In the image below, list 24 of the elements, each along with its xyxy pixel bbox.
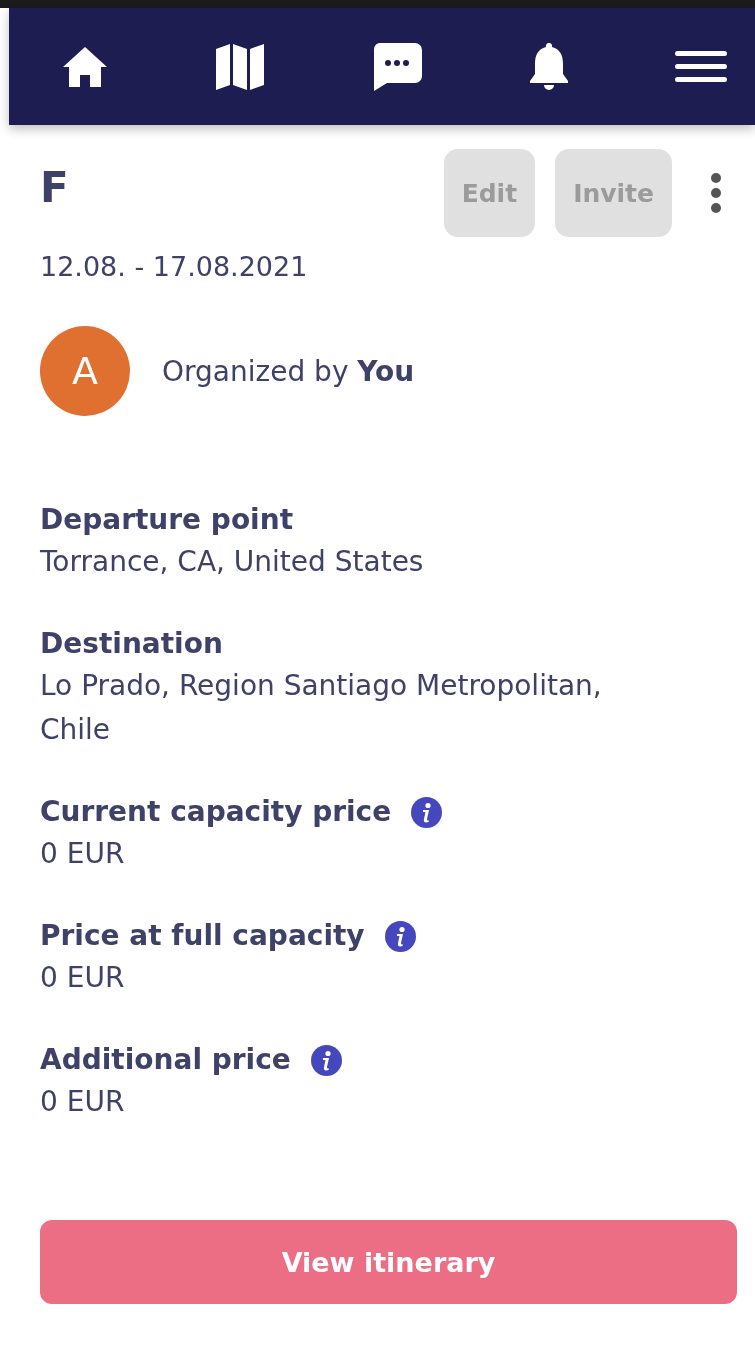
field-value: 0 EUR bbox=[40, 960, 126, 996]
avatar: A bbox=[40, 326, 130, 416]
field-label: Destination bbox=[40, 626, 223, 662]
field-value: Torrance, CA, United States bbox=[40, 544, 425, 580]
field-label: Additional price bbox=[40, 1042, 291, 1078]
info-icon[interactable] bbox=[384, 920, 416, 952]
home-icon bbox=[61, 44, 109, 89]
field-label: Departure point bbox=[40, 502, 294, 538]
bell-icon bbox=[529, 41, 569, 92]
map-icon bbox=[215, 42, 265, 91]
trip-title: F bbox=[40, 167, 69, 209]
field-value: 0 EUR bbox=[40, 836, 126, 872]
field-value: 0 EUR bbox=[40, 1084, 126, 1120]
field-value: Lo Prado, Region Santiago Metropolitan, Chile bbox=[40, 668, 603, 748]
trip-dates: 12.08. - 17.08.2021 bbox=[40, 251, 309, 282]
menu-icon bbox=[675, 50, 727, 83]
info-icon[interactable] bbox=[411, 796, 443, 828]
more-icon bbox=[710, 172, 722, 214]
info-icon[interactable] bbox=[310, 1044, 342, 1076]
organizer-text: Organized by You bbox=[162, 354, 415, 388]
view-itinerary-button[interactable]: View itinerary bbox=[40, 1220, 737, 1304]
field-label: Current capacity price bbox=[40, 794, 392, 830]
field-label: Price at full capacity bbox=[40, 918, 365, 954]
chat-icon bbox=[371, 41, 423, 92]
